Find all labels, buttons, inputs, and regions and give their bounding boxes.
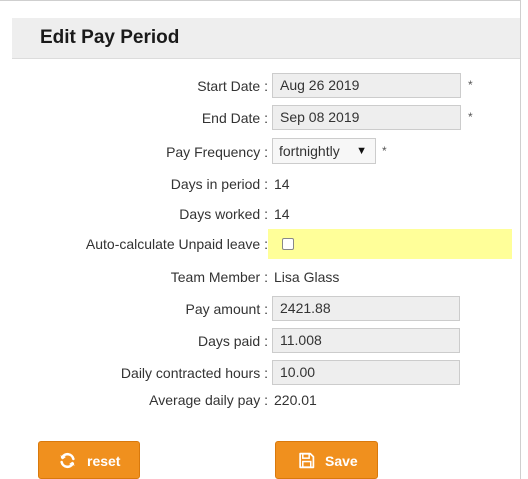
auto-calculate-highlight	[268, 229, 512, 259]
save-button[interactable]: Save	[275, 441, 378, 479]
pay-amount-label: Pay amount :	[185, 301, 269, 317]
pay-frequency-row: Pay Frequency : fortnightly ▼ *	[12, 138, 520, 166]
save-button-label: Save	[325, 453, 358, 469]
page-title: Edit Pay Period	[40, 27, 180, 48]
end-date-row: End Date : Sep 08 2019 *	[12, 104, 520, 132]
start-date-input[interactable]: Aug 26 2019	[272, 73, 461, 98]
floppy-disk-icon	[298, 452, 315, 472]
days-worked-value: 14	[274, 206, 290, 222]
edit-pay-period-panel: Edit Pay Period Start Date : Aug 26 2019…	[0, 0, 521, 479]
start-date-required-marker: *	[468, 78, 473, 92]
start-date-row: Start Date : Aug 26 2019 *	[12, 72, 520, 100]
average-daily-pay-row: Average daily pay : 220.01	[12, 386, 520, 414]
days-in-period-row: Days in period : 14	[12, 170, 520, 198]
auto-calculate-checkbox[interactable]	[282, 238, 294, 250]
pay-frequency-required-marker: *	[382, 144, 387, 158]
average-daily-pay-label: Average daily pay :	[149, 392, 268, 408]
average-daily-pay-value: 220.01	[274, 392, 317, 408]
pay-frequency-select[interactable]: fortnightly ▼	[272, 138, 376, 164]
team-member-row: Team Member : Lisa Glass	[12, 263, 520, 291]
reset-button-label: reset	[87, 453, 121, 469]
start-date-label: Start Date :	[197, 78, 268, 94]
days-worked-row: Days worked : 14	[12, 200, 520, 228]
pay-amount-input[interactable]: 2421.88	[272, 296, 460, 321]
days-in-period-value: 14	[274, 176, 290, 192]
reset-button[interactable]: reset	[38, 441, 140, 479]
top-strip	[0, 0, 520, 19]
end-date-input[interactable]: Sep 08 2019	[272, 105, 461, 130]
days-in-period-label: Days in period :	[170, 176, 268, 192]
daily-hours-row: Daily contracted hours : 10.00	[12, 359, 520, 387]
daily-hours-input[interactable]: 10.00	[272, 360, 460, 385]
daily-hours-label: Daily contracted hours :	[120, 365, 268, 381]
team-member-label: Team Member :	[170, 269, 268, 285]
end-date-label: End Date :	[201, 110, 268, 126]
days-paid-row: Days paid : 11.008	[12, 327, 520, 355]
days-paid-label: Days paid :	[197, 333, 268, 349]
end-date-required-marker: *	[468, 110, 473, 124]
refresh-icon	[59, 452, 76, 472]
team-member-value: Lisa Glass	[274, 269, 340, 285]
panel-header: Edit Pay Period	[12, 18, 520, 59]
auto-calculate-label: Auto-calculate Unpaid leave :	[85, 236, 268, 252]
pay-amount-row: Pay amount : 2421.88	[12, 295, 520, 323]
pay-frequency-selected: fortnightly	[279, 143, 340, 159]
chevron-down-icon: ▼	[356, 145, 367, 157]
pay-frequency-label: Pay Frequency :	[166, 144, 268, 160]
days-paid-input[interactable]: 11.008	[272, 328, 460, 353]
auto-calculate-row: Auto-calculate Unpaid leave :	[12, 229, 520, 259]
days-worked-label: Days worked :	[179, 206, 268, 222]
